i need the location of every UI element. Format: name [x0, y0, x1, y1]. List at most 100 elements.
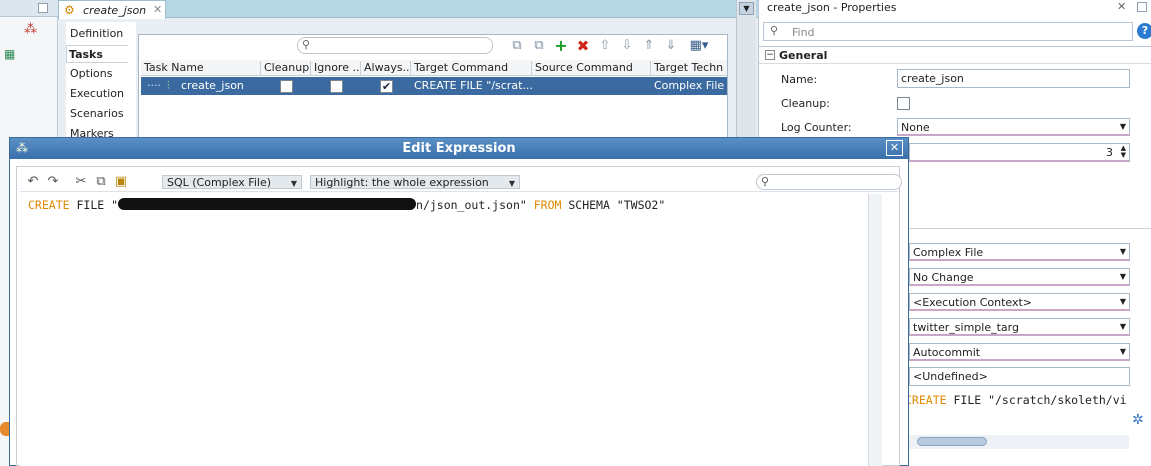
keyword-create: CREATE — [28, 198, 70, 212]
collapse-icon[interactable]: − — [765, 50, 775, 60]
general-section-header[interactable]: − General — [759, 46, 1151, 64]
chevron-down-icon[interactable]: ▼ — [739, 2, 754, 15]
chevron-down-icon: ▼ — [1119, 122, 1126, 131]
redo-icon[interactable]: ↷ — [44, 173, 62, 191]
tab-options[interactable]: Options — [70, 65, 132, 83]
tab-definition[interactable]: Definition — [70, 25, 132, 43]
spinner-arrows-icon[interactable]: ▲ ▼ — [1121, 145, 1126, 159]
language-value: SQL (Complex File) — [167, 176, 272, 189]
col-ignore[interactable]: Ignore ... — [311, 61, 361, 76]
tasks-pane: ⚲ ⧉ ⧉ + ✖ ⇧ ⇩ ⇑ ⇓ ▦▾ Task Name Cleanup I… — [138, 34, 728, 142]
section-label: General — [779, 49, 828, 62]
col-target-command[interactable]: Target Command — [411, 61, 532, 76]
left-strip-header — [0, 0, 58, 17]
keyword-from: FROM — [533, 198, 562, 212]
technology-value: Complex File — [913, 246, 984, 259]
schema-select[interactable]: twitter_simple_targ ▼ — [909, 318, 1130, 336]
chevron-down-icon: ▼ — [1119, 247, 1126, 256]
editor-vertical-scrollbar[interactable] — [868, 194, 882, 466]
undo-icon[interactable]: ↶ — [24, 173, 42, 191]
log-counter-value: None — [901, 121, 930, 134]
col-target-tech[interactable]: Target Techn — [651, 61, 727, 76]
chevron-down-icon: ▼ — [1119, 322, 1126, 331]
tree-line-icon: ···· — [147, 79, 161, 92]
scroll-thumb[interactable] — [917, 437, 987, 446]
expression-toolbar: ↶ ↷ ✂ ⧉ ▣ SQL (Complex File) ▼ Highlight:… — [20, 172, 902, 192]
context-select[interactable]: <Execution Context> ▼ — [909, 293, 1130, 311]
col-source-command[interactable]: Source Command — [532, 61, 651, 76]
col-always[interactable]: Always... — [361, 61, 411, 76]
schema-value: twitter_simple_targ — [913, 321, 1019, 334]
technology-select[interactable]: Complex File ▼ — [909, 243, 1130, 261]
transaction-value: No Change — [913, 271, 974, 284]
tab-scenarios[interactable]: Scenarios — [70, 105, 132, 123]
target-command-cell: CREATE FILE "/scrat... — [414, 79, 532, 92]
name-field[interactable]: create_json — [897, 69, 1130, 88]
horizontal-scrollbar[interactable] — [905, 435, 1129, 449]
code-part-3: SCHEMA "TWSO2" — [561, 198, 666, 212]
expression-editor[interactable]: CREATE FILE " n/json_out.json" FROM SCHEM… — [20, 194, 869, 466]
edit-expression-dialog: ⁂ Edit Expression ✕ ↶ ↷ ✂ ⧉ ▣ SQL (Compl… — [9, 137, 909, 466]
ignore-checkbox[interactable] — [330, 80, 343, 93]
transaction-select[interactable]: No Change ▼ — [909, 268, 1130, 286]
help-icon[interactable]: ? — [1137, 23, 1151, 39]
properties-find-input[interactable]: ⚲ Find — [763, 22, 1133, 41]
close-icon[interactable]: ✕ — [153, 3, 162, 16]
search-icon: ⚲ — [770, 24, 779, 37]
move-top-icon[interactable]: ⇑ — [641, 38, 657, 54]
close-icon[interactable]: ✕ — [1117, 0, 1126, 13]
close-icon[interactable]: ✕ — [886, 140, 903, 156]
dialog-title-bar[interactable]: ⁂ Edit Expression ✕ — [10, 138, 908, 159]
move-down-icon[interactable]: ⇩ — [619, 38, 635, 54]
paste-row-icon[interactable]: ⧉ — [531, 38, 547, 54]
cleanup-checkbox[interactable] — [280, 80, 293, 93]
tab-tasks[interactable]: Tasks — [66, 45, 128, 63]
spinner-field[interactable]: 3 ▲ ▼ — [909, 143, 1130, 162]
find-placeholder: Find — [792, 26, 815, 39]
always-checkbox[interactable]: ✔ — [380, 80, 393, 93]
copy-icon[interactable]: ⧉ — [92, 173, 110, 191]
highlight-value: Highlight: the whole expression — [315, 176, 489, 189]
move-bottom-icon[interactable]: ⇓ — [663, 38, 679, 54]
log-counter-select[interactable]: None ▼ — [897, 118, 1130, 136]
code-part-2: n/json_out.json" — [416, 198, 534, 212]
undefined-field[interactable]: <Undefined> — [909, 367, 1130, 386]
minimize-icon[interactable] — [38, 3, 48, 13]
model-icon[interactable]: ⁂ — [24, 22, 37, 37]
col-cleanup[interactable]: Cleanup — [261, 61, 311, 76]
copy-row-icon[interactable]: ⧉ — [509, 38, 525, 54]
col-task-name[interactable]: Task Name — [141, 61, 261, 76]
columns-menu-icon[interactable]: ▦▾ — [687, 38, 711, 54]
tab-title: create_json — [83, 4, 147, 17]
cut-icon[interactable]: ✂ — [72, 173, 90, 191]
target-tech-cell: Complex File — [654, 79, 725, 92]
tab-execution[interactable]: Execution — [70, 85, 132, 103]
cleanup-label: Cleanup: — [781, 97, 830, 110]
table-row[interactable]: ···· ⫶ create_json ✔ CREATE FILE "/scrat… — [141, 77, 727, 95]
settings-cog-icon[interactable]: ✲ — [1132, 412, 1144, 428]
add-icon[interactable]: + — [553, 38, 569, 54]
tab-create-json[interactable]: ⚙ create_json ✕ — [58, 0, 166, 19]
expression-search-input[interactable]: ⚲ — [756, 174, 902, 190]
minimize-icon[interactable] — [1137, 2, 1147, 12]
chevron-down-icon: ▼ — [508, 179, 515, 188]
target-command-preview[interactable]: CREATE FILE "/scratch/skoleth/vi — [905, 390, 1129, 410]
expression-code-line[interactable]: CREATE FILE " n/json_out.json" FROM SCHEM… — [28, 198, 665, 212]
delete-icon[interactable]: ✖ — [575, 38, 591, 54]
commit-value: Autocommit — [913, 346, 981, 359]
grid-icon[interactable]: ▦ — [4, 47, 15, 61]
search-icon: ⚲ — [302, 38, 311, 51]
commit-select[interactable]: Autocommit ▼ — [909, 343, 1130, 361]
context-value: <Execution Context> — [913, 296, 1033, 309]
vertical-tabs: Definition Tasks Options Execution Scena… — [66, 22, 136, 142]
dialog-title: Edit Expression — [402, 141, 516, 156]
language-select[interactable]: SQL (Complex File) ▼ — [162, 175, 302, 189]
cleanup-checkbox[interactable] — [897, 97, 910, 110]
paste-icon[interactable]: ▣ — [112, 173, 130, 191]
gear-icon: ⚙ — [64, 3, 75, 17]
task-search-input[interactable]: ⚲ — [297, 37, 493, 54]
chevron-down-icon: ▼ — [290, 179, 297, 188]
highlight-select[interactable]: Highlight: the whole expression ▼ — [310, 175, 520, 189]
task-icon: ⫶ — [167, 79, 170, 92]
move-up-icon[interactable]: ⇧ — [597, 38, 613, 54]
